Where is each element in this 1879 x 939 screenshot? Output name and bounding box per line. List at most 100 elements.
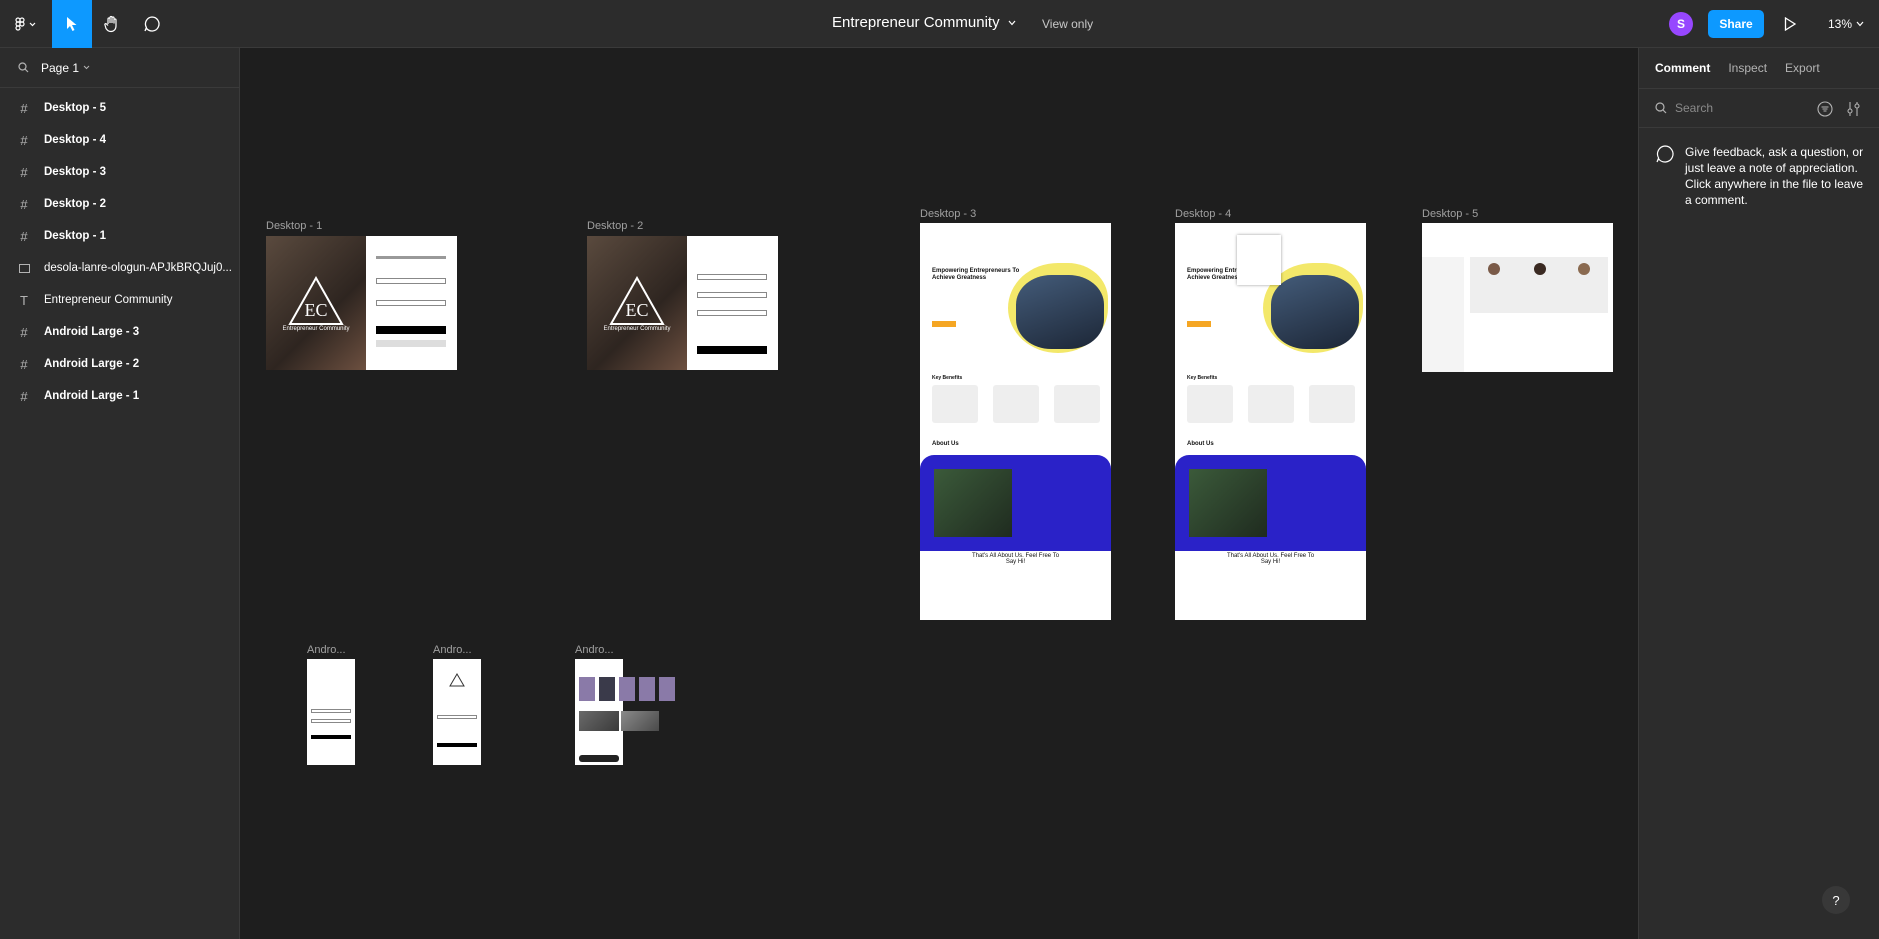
sign-up-button: [697, 346, 767, 354]
form-field: [311, 719, 351, 723]
main-menu-button[interactable]: [0, 0, 52, 48]
frame-icon: #: [20, 132, 28, 148]
comment-empty-state: Give feedback, ask a question, or just l…: [1655, 144, 1865, 208]
frame-label-desktop-1[interactable]: Desktop - 1: [266, 220, 322, 232]
panel-tabs: Comment Inspect Export: [1639, 48, 1879, 88]
benefit-card: [993, 385, 1039, 423]
layer-desktop-1[interactable]: # Desktop - 1: [0, 220, 239, 252]
layer-desktop-4[interactable]: # Desktop - 4: [0, 124, 239, 156]
cta-text: That's All About Us. Feel Free To Say Hi…: [971, 553, 1060, 565]
benefit-card: [1248, 385, 1294, 423]
frame-icon: #: [20, 324, 28, 340]
cta-text: That's All About Us. Feel Free To Say Hi…: [1226, 553, 1315, 565]
file-title: Entrepreneur Community: [832, 14, 1000, 31]
share-button[interactable]: Share: [1708, 10, 1764, 38]
layer-label: Desktop - 3: [44, 166, 106, 178]
benefit-card: [1309, 385, 1355, 423]
layer-desktop-2[interactable]: # Desktop - 2: [0, 188, 239, 220]
layer-android-large-1[interactable]: # Android Large - 1: [0, 380, 239, 412]
hand-icon: [104, 15, 117, 33]
frame-desktop-5[interactable]: [1422, 223, 1613, 372]
play-icon: [1784, 17, 1796, 31]
layer-label: Android Large - 3: [44, 326, 140, 338]
frame-label-android-1[interactable]: Andro...: [307, 644, 346, 656]
frame-icon: #: [20, 196, 28, 212]
frame-icon: #: [20, 100, 28, 116]
present-button[interactable]: [1780, 14, 1800, 34]
layer-text[interactable]: T Entrepreneur Community: [0, 284, 239, 316]
placeholder-line: [376, 256, 446, 259]
frame-icon: #: [20, 228, 28, 244]
form-field: [376, 300, 446, 306]
cursor-icon: [67, 17, 77, 31]
filter-icon[interactable]: [1817, 101, 1833, 117]
search-input[interactable]: Search: [1675, 101, 1713, 115]
move-tool-button[interactable]: [52, 0, 92, 48]
chevron-down-icon: [1856, 21, 1864, 27]
layer-image[interactable]: desola-lanre-ologun-APJkBRQJuj0...: [0, 252, 239, 284]
hero-photo: [1271, 275, 1359, 349]
layer-label: Desktop - 4: [44, 134, 106, 146]
frame-label-android-3[interactable]: Andro...: [575, 644, 614, 656]
frame-desktop-3[interactable]: Empowering Entrepreneurs To Achieve Grea…: [920, 223, 1111, 620]
layer-desktop-5[interactable]: # Desktop - 5: [0, 92, 239, 124]
comment-tool-button[interactable]: [132, 0, 172, 48]
sidebar: [1422, 257, 1464, 372]
layer-label: Android Large - 2: [44, 358, 140, 370]
frame-desktop-1[interactable]: EC Entrepreneur Community: [266, 236, 457, 370]
category-card: [599, 677, 615, 701]
frame-label-desktop-5[interactable]: Desktop - 5: [1422, 208, 1478, 220]
page-label: Page 1: [41, 60, 80, 75]
benefit-card: [932, 385, 978, 423]
hand-tool-button[interactable]: [92, 0, 132, 48]
design-canvas[interactable]: Desktop - 1 EC Entrepreneur Community De…: [241, 48, 1637, 939]
comment-search[interactable]: Search: [1639, 88, 1879, 128]
file-title-button[interactable]: Entrepreneur Community: [832, 14, 1016, 31]
form-field: [697, 274, 767, 280]
avatar[interactable]: S: [1669, 12, 1693, 36]
frame-label-desktop-4[interactable]: Desktop - 4: [1175, 208, 1231, 220]
svg-text:EC: EC: [625, 300, 648, 320]
category-card: [659, 677, 675, 701]
frame-label-android-2[interactable]: Andro...: [433, 644, 472, 656]
about-photo: [1189, 469, 1267, 537]
zoom-dropdown[interactable]: 13%: [1828, 17, 1864, 31]
tab-export[interactable]: Export: [1785, 61, 1820, 75]
brand-logo: [449, 673, 465, 687]
frame-android-large-3[interactable]: [575, 659, 675, 765]
help-button[interactable]: ?: [1822, 886, 1850, 914]
layer-label: Desktop - 1: [44, 230, 106, 242]
tab-inspect[interactable]: Inspect: [1728, 61, 1767, 75]
search-icon: [18, 62, 29, 73]
category-card: [579, 677, 595, 701]
form-field: [376, 278, 446, 284]
frame-desktop-4[interactable]: Empowering Entrepreneurs To Achieve Grea…: [1175, 223, 1366, 620]
frame-label-desktop-3[interactable]: Desktop - 3: [920, 208, 976, 220]
chevron-down-icon: [1008, 20, 1016, 25]
layer-android-large-3[interactable]: # Android Large - 3: [0, 316, 239, 348]
page-selector[interactable]: Page 1: [0, 48, 239, 88]
bottom-nav: [579, 755, 619, 762]
settings-sliders-icon[interactable]: [1847, 101, 1861, 117]
form-field: [437, 715, 477, 719]
rectangle-icon: [18, 262, 30, 274]
frame-icon: #: [20, 164, 28, 180]
section-heading: About Us: [1187, 441, 1214, 447]
sign-in-button: [311, 735, 351, 739]
brand-logo: EC: [609, 276, 665, 325]
member-avatar: [1488, 263, 1500, 275]
benefit-card: [1054, 385, 1100, 423]
figma-logo-icon: [15, 17, 36, 31]
layer-desktop-3[interactable]: # Desktop - 3: [0, 156, 239, 188]
question-mark-icon: ?: [1832, 892, 1840, 908]
member-avatar: [1534, 263, 1546, 275]
frame-label-desktop-2[interactable]: Desktop - 2: [587, 220, 643, 232]
tab-comment[interactable]: Comment: [1655, 61, 1710, 75]
frame-android-large-1[interactable]: [307, 659, 355, 765]
layer-android-large-2[interactable]: # Android Large - 2: [0, 348, 239, 380]
frame-desktop-2[interactable]: EC Entrepreneur Community: [587, 236, 778, 370]
search-icon: [1655, 102, 1667, 114]
sign-up-button: [437, 743, 477, 747]
cta-button: [1187, 321, 1211, 327]
frame-android-large-2[interactable]: [433, 659, 481, 765]
